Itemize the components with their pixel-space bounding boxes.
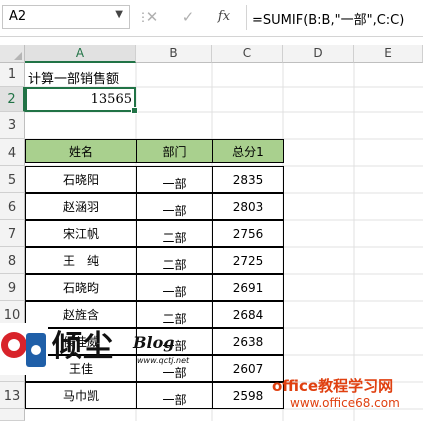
- insert-function-button[interactable]: fx: [213, 6, 235, 28]
- table-cell-score[interactable]: 2691: [212, 274, 284, 301]
- row-header-14[interactable]: [0, 409, 25, 421]
- row-header-2[interactable]: 2: [0, 87, 25, 112]
- table-cell-dept[interactable]: 一部: [136, 382, 213, 409]
- row-header-13[interactable]: 13: [0, 382, 25, 409]
- row-header-3[interactable]: 3: [0, 112, 25, 139]
- cell-a2-value: 13565: [90, 92, 132, 107]
- row-header-1[interactable]: 1: [0, 63, 25, 87]
- table-cell-name[interactable]: 王 纯: [25, 247, 137, 274]
- table-cell-score[interactable]: 2756: [212, 220, 284, 247]
- site-name-watermark: office教程学习网: [272, 377, 394, 395]
- blog-logo-icon: [0, 323, 48, 375]
- table-cell-dept[interactable]: 二部: [136, 220, 213, 247]
- confirm-icon[interactable]: ✓: [177, 6, 199, 28]
- chevron-down-icon[interactable]: ▼: [115, 9, 123, 20]
- table-cell-score[interactable]: 2638: [212, 328, 284, 355]
- table-cell-name[interactable]: 赵涵羽: [25, 193, 137, 220]
- table-cell-name[interactable]: 石晓阳: [25, 166, 137, 193]
- table-cell-name[interactable]: 石晓昀: [25, 274, 137, 301]
- row-header-9[interactable]: 9: [0, 274, 25, 301]
- table-cell-score[interactable]: 2725: [212, 247, 284, 274]
- table-cell-name[interactable]: 宋江帆: [25, 220, 137, 247]
- name-box[interactable]: A2 ▼: [2, 5, 130, 29]
- divider: [246, 5, 247, 30]
- formula-input[interactable]: =SUMIF(B:B,"一部",C:C): [252, 9, 404, 28]
- table-cell-name[interactable]: 马巾凯: [25, 382, 137, 409]
- column-header-c[interactable]: C: [212, 45, 283, 63]
- table-cell-dept[interactable]: 一部: [136, 193, 213, 220]
- table-header-score[interactable]: 总分1: [212, 139, 284, 163]
- formula-bar: A2 ▼ ⋮ ✕ ✓ fx =SUMIF(B:B,"一部",C:C): [0, 0, 423, 37]
- cell-a2-selected[interactable]: 13565: [25, 87, 138, 114]
- row-header-6[interactable]: 6: [0, 193, 25, 220]
- table-cell-dept[interactable]: 一部: [136, 274, 213, 301]
- blog-name-watermark: 倾尘: [52, 329, 114, 364]
- column-header-e[interactable]: E: [354, 45, 423, 63]
- table-cell-score[interactable]: 2803: [212, 193, 284, 220]
- blog-url-watermark: www.qctj.net: [137, 356, 190, 365]
- row-header-5[interactable]: 5: [0, 166, 25, 193]
- cell-a1[interactable]: 计算一部销售额: [25, 63, 175, 87]
- select-all-corner[interactable]: [0, 45, 25, 63]
- row-header-8[interactable]: 8: [0, 247, 25, 274]
- column-header-b[interactable]: B: [136, 45, 212, 63]
- site-url-watermark: www.office68.com: [290, 396, 400, 410]
- row-header-4[interactable]: 4: [0, 139, 25, 166]
- table-cell-dept[interactable]: 二部: [136, 247, 213, 274]
- column-header-d[interactable]: D: [283, 45, 354, 63]
- row-header-7[interactable]: 7: [0, 220, 25, 247]
- table-header-dept[interactable]: 部门: [136, 139, 213, 163]
- table-cell-dept[interactable]: 一部: [136, 166, 213, 193]
- cancel-icon[interactable]: ✕: [141, 6, 163, 28]
- name-box-value: A2: [9, 9, 27, 24]
- table-cell-score[interactable]: 2835: [212, 166, 284, 193]
- column-header-a[interactable]: A: [25, 45, 136, 63]
- blog-word-watermark: Blog: [133, 333, 175, 352]
- table-header-name[interactable]: 姓名: [25, 139, 137, 163]
- fill-handle[interactable]: [131, 107, 138, 114]
- table-cell-dept[interactable]: 二部: [136, 301, 213, 328]
- table-cell-score[interactable]: 2684: [212, 301, 284, 328]
- cell-a1-text: 计算一部销售额: [28, 72, 120, 87]
